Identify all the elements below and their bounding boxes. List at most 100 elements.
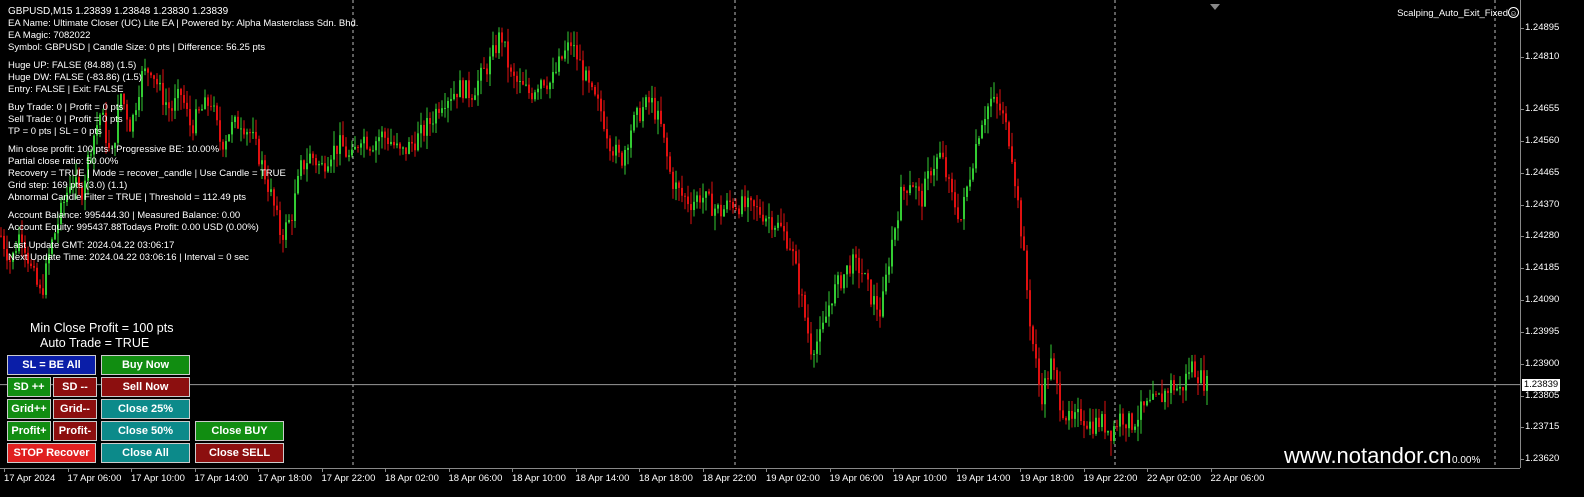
candle-body: [1104, 414, 1106, 433]
close-50-button[interactable]: Close 50%: [101, 421, 190, 441]
candle-body: [900, 186, 902, 221]
candle-body: [1077, 408, 1079, 413]
candle-body: [555, 71, 557, 73]
candle-body: [1026, 250, 1028, 291]
candle-body: [1029, 290, 1031, 327]
candle-body: [720, 204, 722, 217]
candle-body: [696, 195, 698, 202]
candle-body: [522, 80, 524, 85]
candle-body: [942, 152, 944, 158]
candle-body: [453, 93, 455, 100]
candle-body: [354, 146, 356, 150]
candle-body: [408, 141, 410, 154]
price-axis[interactable]: 1.24895 1.24810 1.24655 1.24560 1.24465 1.243…: [1520, 0, 1584, 468]
info-line: TP = 0 pts | SL = 0 pts: [8, 126, 102, 137]
sell-now-button[interactable]: Sell Now: [101, 377, 190, 397]
candle-body: [744, 196, 746, 208]
candle-body: [333, 145, 335, 160]
candle-body: [363, 136, 365, 144]
time-tick-label: 17 Apr 22:00: [321, 473, 376, 484]
sl-be-all-button[interactable]: SL = BE All: [7, 355, 96, 375]
candle-body: [663, 124, 665, 138]
candle-body: [639, 107, 641, 122]
candle-body: [297, 175, 299, 194]
candle-body: [357, 146, 359, 148]
candle-body: [1008, 122, 1010, 147]
candle-body: [348, 155, 350, 157]
close-sell-button[interactable]: Close SELL: [195, 443, 284, 463]
time-tick-label: 18 Apr 14:00: [575, 473, 630, 484]
candle-body: [1065, 418, 1067, 421]
candle-body: [774, 227, 776, 230]
profit-minus-button[interactable]: Profit-: [53, 421, 97, 441]
candle-body: [651, 97, 653, 103]
candle-body: [861, 273, 863, 275]
close-25-button[interactable]: Close 25%: [101, 399, 190, 419]
candle-body: [1095, 417, 1097, 434]
info-line: Buy Trade: 0 | Profit = 0 pts: [8, 102, 124, 113]
buy-now-button[interactable]: Buy Now: [101, 355, 190, 375]
profit-plus-button[interactable]: Profit+: [7, 421, 51, 441]
price-tickmark: [1521, 205, 1524, 207]
candle-body: [396, 143, 398, 146]
time-axis[interactable]: 17 Apr 2024 17 Apr 06:00 17 Apr 10:00 17 Ap…: [0, 468, 1520, 497]
candle-body: [3, 235, 5, 249]
candle-body: [36, 267, 38, 285]
candle-body: [525, 84, 527, 86]
candle-body: [741, 196, 743, 215]
candle-body: [387, 137, 389, 145]
candle-body: [636, 107, 638, 115]
candle-body: [1116, 426, 1118, 428]
sd-plus-button[interactable]: SD ++: [7, 377, 51, 397]
candle-body: [300, 160, 302, 176]
candle-body: [1155, 393, 1157, 395]
candle-body: [909, 185, 911, 194]
candle-body: [240, 128, 242, 130]
candle-body: [780, 222, 782, 227]
grid-plus-button[interactable]: Grid++: [7, 399, 51, 419]
candle-body: [282, 234, 284, 240]
candle-body: [1014, 162, 1016, 187]
time-tickmark: [131, 469, 132, 472]
candlestick-chart[interactable]: [0, 0, 1520, 468]
time-tick-label: 18 Apr 10:00: [512, 473, 566, 484]
candle-body: [459, 80, 461, 98]
candle-body: [405, 147, 407, 154]
candle-body: [990, 98, 992, 107]
chart-area[interactable]: [0, 0, 1520, 468]
grid-minus-button[interactable]: Grid--: [53, 399, 97, 419]
candle-body: [342, 135, 344, 147]
indicator-name: Scalping_Auto_Exit_Fixed: [1397, 8, 1508, 19]
candle-body: [852, 254, 854, 274]
candle-body: [930, 171, 932, 176]
stop-recover-button[interactable]: STOP Recover: [7, 443, 96, 463]
candle-body: [831, 303, 833, 306]
candle-body: [1056, 370, 1058, 384]
candle-body: [678, 182, 680, 188]
candle-body: [753, 200, 755, 207]
candle-body: [474, 95, 476, 100]
close-all-button[interactable]: Close All: [101, 443, 190, 463]
candle-body: [369, 148, 371, 151]
candle-body: [588, 70, 590, 83]
candle-body: [435, 108, 437, 124]
candle-body: [441, 108, 443, 113]
time-tickmark: [512, 469, 513, 472]
candle-body: [1146, 400, 1148, 406]
candle-body: [729, 200, 731, 203]
chart-shift-marker[interactable]: [1210, 4, 1220, 10]
candle-body: [1164, 390, 1166, 403]
candle-body: [168, 102, 170, 109]
candle-body: [681, 187, 683, 196]
candle-body: [501, 32, 503, 43]
price-tick-label: 1.23715: [1525, 420, 1560, 432]
candle-body: [150, 72, 152, 76]
sd-minus-button[interactable]: SD --: [53, 377, 97, 397]
candle-body: [855, 254, 857, 258]
candle-body: [1098, 417, 1100, 428]
candle-body: [1047, 378, 1049, 380]
close-buy-button[interactable]: Close BUY: [195, 421, 284, 441]
candle-body: [537, 88, 539, 93]
candle-body: [1134, 426, 1136, 430]
candle-body: [414, 143, 416, 151]
